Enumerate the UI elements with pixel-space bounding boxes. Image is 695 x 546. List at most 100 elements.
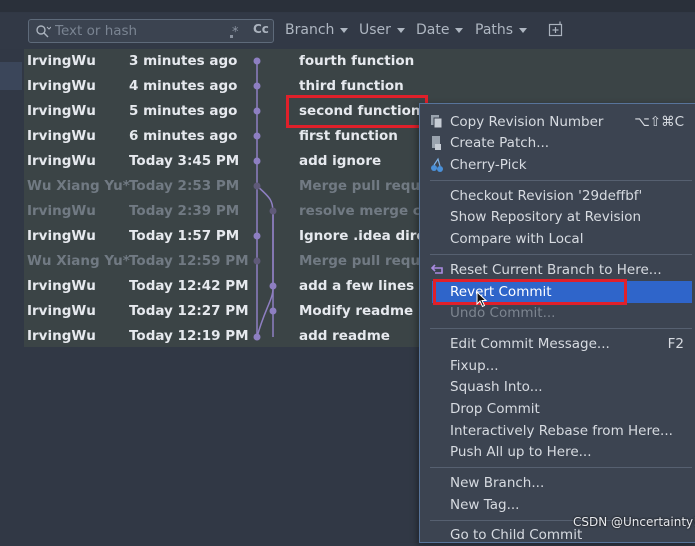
commit-author: IrvingWu [27, 203, 96, 219]
commit-author: Wu Xiang Yu* [27, 178, 130, 194]
new-tab-icon[interactable] [548, 21, 564, 37]
commit-date: Today 2:39 PM [129, 203, 240, 219]
paths-filter[interactable]: Paths [475, 22, 528, 38]
commit-author: IrvingWu [27, 228, 96, 244]
menu-item-label: Create Patch... [450, 135, 550, 151]
commit-date: Today 12:42 PM [129, 278, 249, 294]
commit-author: IrvingWu [27, 53, 96, 69]
menu-item-create-patch[interactable]: Create Patch... [420, 132, 692, 154]
menu-item-push-all[interactable]: Push All up to Here... [420, 441, 692, 463]
watermark-text: CSDN @Uncertainty! [573, 515, 695, 529]
menu-separator [430, 180, 692, 181]
commit-message: add readme [299, 328, 390, 344]
menu-item-shortcut: ⌥⇧⌘C [634, 114, 684, 130]
mouse-cursor-icon [476, 291, 488, 308]
branch-filter[interactable]: Branch [285, 22, 349, 38]
chevron-down-icon [396, 27, 405, 33]
menu-item-label: New Branch... [450, 475, 545, 491]
menu-item-label: Push All up to Here... [450, 444, 592, 460]
commit-message: Merge pull reque [299, 253, 430, 269]
commit-author: IrvingWu [27, 328, 96, 344]
commit-author: Wu Xiang Yu* [27, 253, 130, 269]
menu-item-show-repository[interactable]: Show Repository at Revision [420, 206, 692, 228]
commit-message: add ignore [299, 153, 382, 169]
commit-date: Today 3:45 PM [129, 153, 240, 169]
patch-icon [432, 136, 441, 150]
commit-date: Today 12:59 PM [129, 253, 249, 269]
user-filter[interactable]: User [359, 22, 405, 38]
search-icon [36, 25, 51, 38]
menu-item-copy-revision-number[interactable]: Copy Revision Number ⌥⇧⌘C [420, 111, 692, 133]
chevron-down-icon [519, 27, 528, 33]
menu-separator [430, 328, 692, 329]
commit-date: Today 12:27 PM [129, 303, 249, 319]
undo-arrow-icon [430, 264, 443, 274]
regex-icon[interactable]: * [229, 23, 245, 39]
menu-item-label: Edit Commit Message... [450, 336, 610, 352]
menu-item-shortcut: F2 [667, 336, 684, 352]
match-case-toggle[interactable]: Cc [253, 22, 269, 36]
title-strip [0, 0, 695, 12]
commit-message: third function [299, 78, 404, 94]
commit-date: 6 minutes ago [129, 128, 238, 144]
paths-filter-label: Paths [475, 22, 514, 38]
menu-item-undo-commit: Undo Commit... [420, 302, 692, 324]
commit-author: IrvingWu [27, 78, 96, 94]
commit-date: Today 12:19 PM [129, 328, 249, 344]
menu-item-squash-into[interactable]: Squash Into... [420, 376, 692, 398]
date-filter-label: Date [416, 22, 450, 38]
menu-item-compare-local[interactable]: Compare with Local [420, 228, 692, 250]
menu-separator [430, 467, 692, 468]
annotation-box-second-function [286, 95, 428, 128]
commit-author: IrvingWu [27, 103, 96, 119]
svg-text:*: * [232, 25, 239, 39]
menu-item-label: New Tag... [450, 497, 520, 513]
commit-message: fourth function [299, 53, 415, 69]
menu-item-label: Checkout Revision '29deffbf' [450, 188, 643, 204]
menu-item-label: Cherry-Pick [450, 157, 527, 173]
commit-context-menu: Copy Revision Number ⌥⇧⌘C Create Patch..… [419, 103, 695, 543]
menu-item-cherry-pick[interactable]: Cherry-Pick [420, 154, 692, 176]
menu-item-interactive-rebase[interactable]: Interactively Rebase from Here... [420, 420, 692, 442]
commit-date: 4 minutes ago [129, 78, 238, 94]
chevron-down-icon [340, 27, 349, 33]
commit-author: IrvingWu [27, 278, 96, 294]
menu-item-label: Undo Commit... [450, 305, 556, 321]
commit-author: IrvingWu [27, 153, 96, 169]
menu-item-new-branch[interactable]: New Branch... [420, 472, 692, 494]
commit-author: IrvingWu [27, 128, 96, 144]
branches-panel-selection[interactable] [0, 62, 22, 90]
annotation-box-revert-commit [433, 279, 627, 305]
menu-item-new-tag[interactable]: New Tag... [420, 494, 692, 516]
menu-item-label: Squash Into... [450, 379, 543, 395]
branch-filter-label: Branch [285, 22, 335, 38]
commit-message: add a few lines o [299, 278, 429, 294]
menu-item-edit-commit-message[interactable]: Edit Commit Message... F2 [420, 333, 692, 355]
menu-item-fixup[interactable]: Fixup... [420, 355, 692, 377]
menu-item-label: Copy Revision Number [450, 114, 604, 130]
menu-separator [430, 254, 692, 255]
commit-author: IrvingWu [27, 303, 96, 319]
commit-row[interactable]: IrvingWu 3 minutes ago fourth function [24, 49, 695, 74]
date-filter[interactable]: Date [416, 22, 464, 38]
menu-item-checkout-revision[interactable]: Checkout Revision '29deffbf' [420, 185, 692, 207]
chevron-down-icon [455, 27, 464, 33]
menu-item-label: Fixup... [450, 358, 499, 374]
menu-item-label: Go to Child Commit [450, 527, 583, 543]
commit-date: Today 2:53 PM [129, 178, 240, 194]
menu-item-label: Interactively Rebase from Here... [450, 423, 673, 439]
user-filter-label: User [359, 22, 391, 38]
copy-icon [431, 115, 443, 129]
menu-item-label: Show Repository at Revision [450, 209, 642, 225]
menu-item-label: Reset Current Branch to Here... [450, 262, 662, 278]
search-box[interactable]: * Cc [28, 19, 274, 43]
commit-date: 3 minutes ago [129, 53, 238, 69]
commit-date: Today 1:57 PM [129, 228, 240, 244]
commit-message: Ignore .idea direc [299, 228, 434, 244]
search-input[interactable] [55, 22, 225, 40]
cherry-icon [431, 157, 443, 172]
menu-item-reset-branch[interactable]: Reset Current Branch to Here... [420, 259, 692, 281]
menu-item-drop-commit[interactable]: Drop Commit [420, 398, 692, 420]
commit-message: first function [299, 128, 398, 144]
commit-message: Merge pull reque [299, 178, 430, 194]
